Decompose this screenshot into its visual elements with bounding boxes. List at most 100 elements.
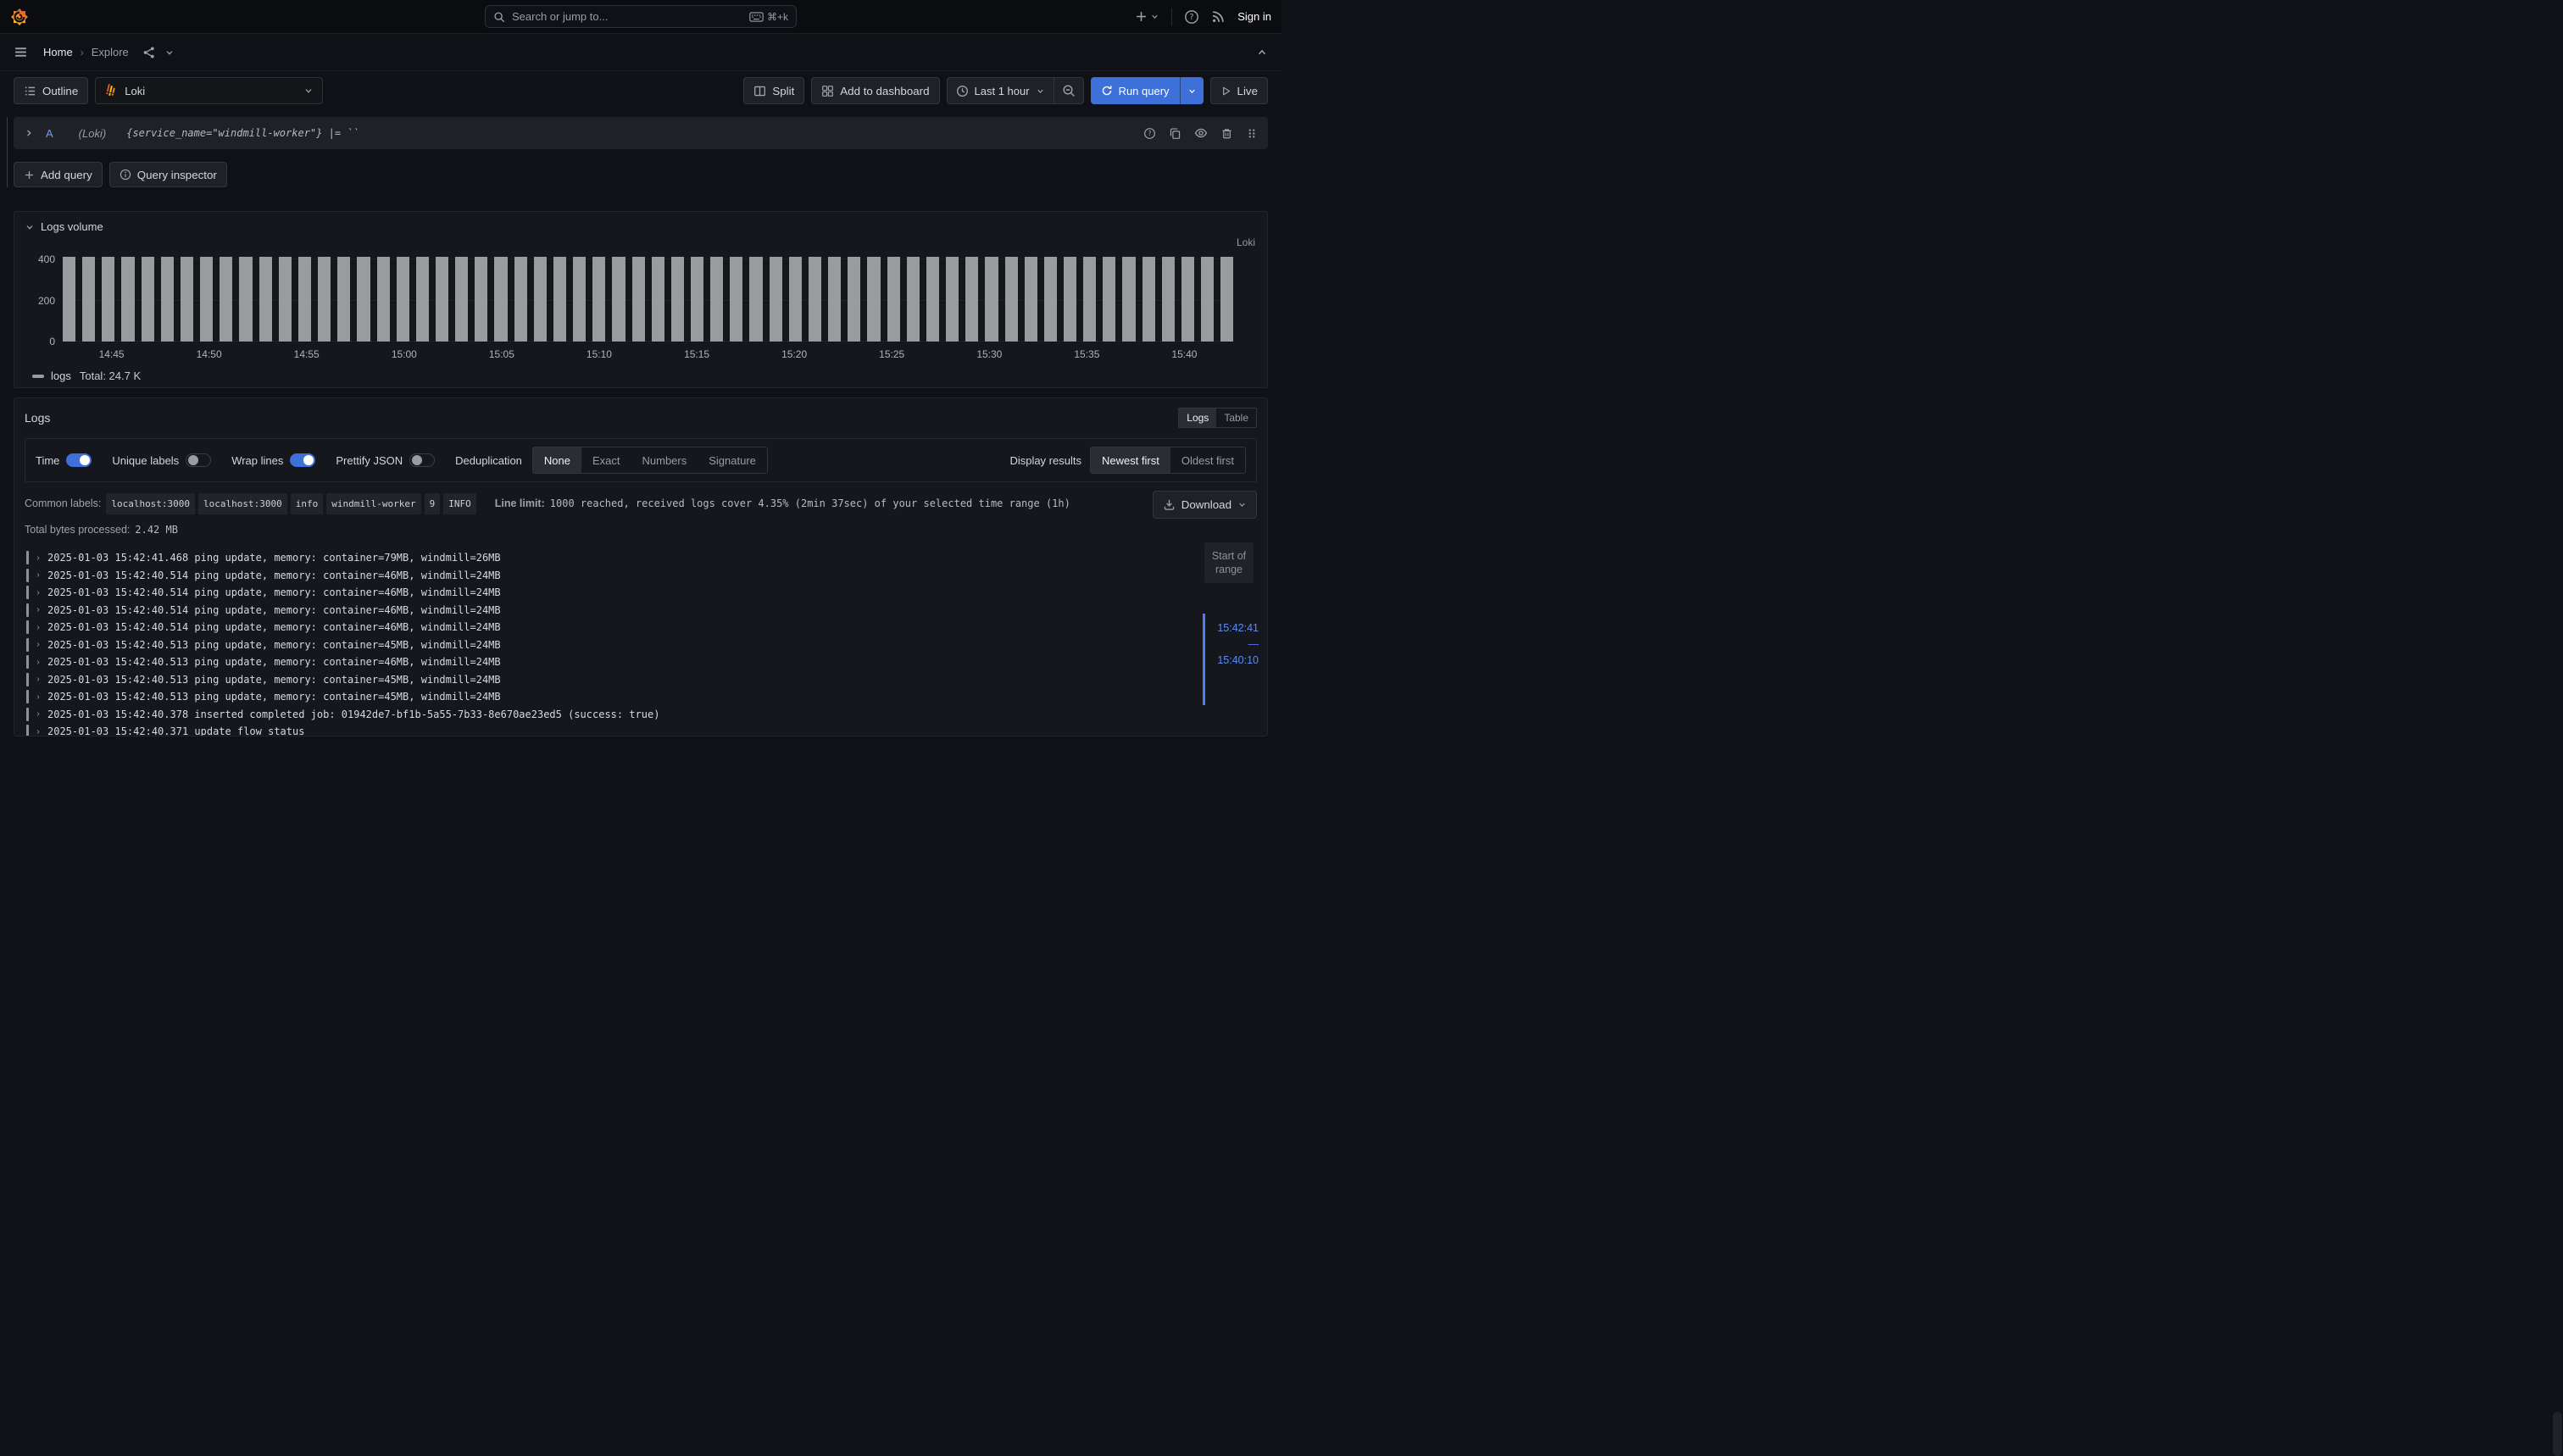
view-option-table[interactable]: Table — [1216, 408, 1256, 427]
volume-bar — [63, 257, 75, 342]
split-button[interactable]: Split — [743, 77, 804, 104]
time-range-button[interactable]: Last 1 hour — [948, 78, 1054, 103]
dedup-option-signature[interactable]: Signature — [698, 447, 767, 473]
outline-list-icon — [24, 85, 36, 97]
search-input[interactable]: Search or jump to... ⌘+k — [485, 5, 797, 28]
loki-logo-icon — [104, 84, 118, 97]
breadcrumb-home[interactable]: Home — [43, 46, 73, 58]
range-marker: Start of range 15:42:41 — 15:40:10 — [1203, 542, 1259, 705]
query-actions: Add query Query inspector — [14, 162, 1268, 187]
new-button[interactable] — [1135, 10, 1159, 23]
volume-bar — [573, 257, 586, 342]
download-button[interactable]: Download — [1153, 491, 1257, 519]
unique-labels-toggle[interactable] — [186, 453, 211, 467]
query-drag-handle-icon[interactable] — [1246, 127, 1258, 140]
log-expand-chevron-icon[interactable]: › — [34, 658, 42, 667]
x-axis-tick: 15:05 — [489, 348, 514, 360]
log-expand-chevron-icon[interactable]: › — [34, 605, 42, 614]
zoom-out-button[interactable] — [1054, 78, 1083, 103]
breadcrumb-separator-icon: › — [81, 47, 84, 58]
total-bytes-label: Total bytes processed: — [25, 521, 130, 539]
range-from-time: 15:42:41 — [1217, 620, 1259, 636]
query-copy-icon[interactable] — [1169, 127, 1181, 140]
log-timestamp: 2025-01-03 15:42:40.513 — [47, 691, 188, 703]
breadcrumb-explore[interactable]: Explore — [92, 46, 129, 58]
datasource-picker[interactable]: Loki — [95, 77, 323, 104]
log-timestamp: 2025-01-03 15:42:40.514 — [47, 570, 188, 581]
log-row[interactable]: ›2025-01-03 15:42:40.514 ping update, me… — [26, 584, 1267, 602]
log-expand-chevron-icon[interactable]: › — [34, 553, 42, 563]
dedup-option-none[interactable]: None — [533, 447, 581, 473]
log-row[interactable]: ›2025-01-03 15:42:40.514 ping update, me… — [26, 567, 1267, 585]
add-query-button[interactable]: Add query — [14, 162, 103, 187]
log-level-bar — [26, 603, 29, 617]
log-expand-chevron-icon[interactable]: › — [34, 570, 42, 580]
dedup-option-numbers[interactable]: Numbers — [631, 447, 698, 473]
log-row[interactable]: ›2025-01-03 15:42:40.513 ping update, me… — [26, 653, 1267, 671]
volume-bar — [1181, 257, 1194, 342]
add-to-dashboard-button[interactable]: Add to dashboard — [811, 77, 939, 104]
volume-bar — [279, 257, 292, 342]
run-query-chevron-down-icon[interactable] — [1180, 77, 1204, 104]
log-level-bar — [26, 725, 29, 736]
time-range-group: Last 1 hour — [947, 77, 1084, 104]
log-expand-chevron-icon[interactable]: › — [34, 640, 42, 649]
log-row[interactable]: ›2025-01-03 15:42:40.514 ping update, me… — [26, 619, 1267, 636]
menu-hamburger-icon[interactable] — [14, 45, 28, 59]
prettify-json-toggle[interactable] — [409, 453, 435, 467]
volume-bar — [867, 257, 880, 342]
refresh-icon — [1101, 85, 1113, 97]
log-row[interactable]: ›2025-01-03 15:42:40.514 ping update, me… — [26, 602, 1267, 620]
page-scrollbar-thumb[interactable] — [2553, 1412, 2562, 1456]
run-query-button[interactable]: Run query — [1091, 77, 1180, 104]
download-icon — [1163, 498, 1176, 511]
query-row[interactable]: A (Loki) {service_name="windmill-worker"… — [14, 117, 1268, 149]
logs-volume-chart: 0200400 Loki 14:4514:5014:5515:0015:0515… — [63, 245, 1233, 363]
start-of-range-button[interactable]: Start of range — [1204, 542, 1254, 583]
grafana-app: Search or jump to... ⌘+k ? — [0, 0, 1282, 736]
grafana-logo[interactable] — [10, 8, 29, 26]
legend-series-name[interactable]: logs — [51, 370, 71, 382]
volume-bar — [1162, 257, 1175, 342]
common-labels-chips: localhost:3000localhost:3000infowindmill… — [106, 493, 475, 514]
help-icon[interactable]: ? — [1184, 9, 1199, 25]
dedup-options: NoneExactNumbersSignature — [532, 447, 768, 474]
log-timestamp: 2025-01-03 15:42:41.468 — [47, 552, 188, 564]
log-expand-chevron-icon[interactable]: › — [34, 623, 42, 632]
view-option-logs[interactable]: Logs — [1179, 408, 1216, 427]
log-expand-chevron-icon[interactable]: › — [34, 675, 42, 684]
sign-in-link[interactable]: Sign in — [1237, 10, 1271, 23]
share-icon[interactable] — [142, 46, 156, 59]
breadcrumb-chevron-down-icon[interactable] — [164, 47, 175, 58]
log-row[interactable]: ›2025-01-03 15:42:40.513 ping update, me… — [26, 671, 1267, 689]
log-expand-chevron-icon[interactable]: › — [34, 709, 42, 719]
display-option-newest-first[interactable]: Newest first — [1091, 447, 1170, 473]
log-row[interactable]: ›2025-01-03 15:42:40.513 ping update, me… — [26, 688, 1267, 706]
panel-collapse-chevron-icon[interactable] — [25, 222, 35, 232]
time-range-chevron-down-icon — [1036, 86, 1045, 96]
time-toggle[interactable] — [66, 453, 92, 467]
unique-labels-toggle-label: Unique labels — [112, 454, 179, 467]
query-help-icon[interactable]: ? — [1143, 127, 1156, 140]
query-expand-chevron-icon[interactable] — [24, 128, 34, 138]
log-expand-chevron-icon[interactable]: › — [34, 692, 42, 702]
y-axis-tick: 0 — [21, 336, 55, 347]
log-row[interactable]: ›2025-01-03 15:42:41.468 ping update, me… — [26, 549, 1267, 567]
volume-bar — [1005, 257, 1018, 342]
log-row[interactable]: ›2025-01-03 15:42:40.371 update flow sta… — [26, 723, 1267, 736]
query-delete-trash-icon[interactable] — [1220, 127, 1233, 140]
log-row[interactable]: ›2025-01-03 15:42:40.513 ping update, me… — [26, 636, 1267, 654]
log-expand-chevron-icon[interactable]: › — [34, 588, 42, 597]
collapse-chevron-up-icon[interactable] — [1256, 47, 1268, 58]
log-expand-chevron-icon[interactable]: › — [34, 727, 42, 736]
log-row[interactable]: ›2025-01-03 15:42:40.378 inserted comple… — [26, 706, 1267, 724]
live-button[interactable]: Live — [1210, 77, 1268, 104]
outline-button[interactable]: Outline — [14, 77, 88, 104]
query-expression[interactable]: {service_name="windmill-worker"} |= `` — [126, 127, 359, 139]
wrap-lines-toggle[interactable] — [290, 453, 315, 467]
query-inspector-button[interactable]: Query inspector — [109, 162, 227, 187]
news-rss-icon[interactable] — [1211, 9, 1226, 24]
display-option-oldest-first[interactable]: Oldest first — [1170, 447, 1245, 473]
dedup-option-exact[interactable]: Exact — [581, 447, 631, 473]
query-preview-eye-icon[interactable] — [1194, 126, 1208, 140]
